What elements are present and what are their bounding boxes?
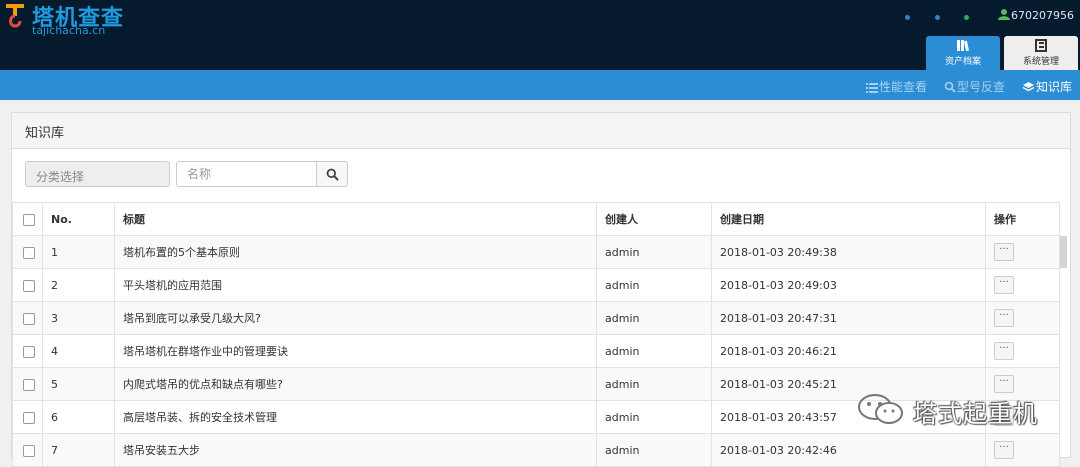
col-date: 创建日期: [711, 202, 986, 236]
row-title[interactable]: 平头塔机的应用范围: [114, 268, 597, 302]
row-checkbox[interactable]: [23, 279, 35, 292]
row-action-button[interactable]: ···: [994, 375, 1014, 393]
row-creator: admin: [596, 334, 712, 368]
row-no: 1: [42, 235, 115, 269]
row-checkbox[interactable]: [23, 444, 35, 457]
col-actions: 操作: [985, 202, 1060, 236]
tab-asset-archive[interactable]: 资产档案: [926, 36, 1000, 70]
list-icon: [866, 83, 878, 93]
nav-model-lookup-label: 型号反查: [957, 80, 1006, 94]
row-creator: admin: [596, 400, 712, 434]
table-row: 2 平头塔机的应用范围 admin 2018-01-03 20:49:03 ··…: [12, 268, 1060, 302]
page-title: 知识库: [25, 126, 65, 141]
col-no: No.: [42, 202, 115, 236]
top-header: 塔机查查 tajichacha.cn 670207956 资产档案 系统管理: [0, 0, 1080, 70]
row-no: 6: [42, 400, 115, 434]
system-manage-icon: [1034, 39, 1048, 52]
user-info[interactable]: 670207956: [998, 9, 1074, 22]
table-row: 3 塔吊到底可以承受几级大风? admin 2018-01-03 20:47:3…: [12, 301, 1060, 335]
row-action-button[interactable]: ···: [994, 309, 1014, 327]
row-action-button[interactable]: ···: [994, 243, 1014, 261]
row-action-button[interactable]: ···: [994, 276, 1014, 294]
category-select[interactable]: 分类选择: [25, 161, 170, 187]
sub-nav: 性能查看 型号反查 知识库: [0, 70, 1080, 100]
brand-subtitle: tajichacha.cn: [32, 24, 106, 37]
crane-hook-icon: [4, 2, 26, 32]
nav-model-lookup[interactable]: 型号反查: [944, 78, 1005, 95]
row-date: 2018-01-03 20:49:03: [711, 268, 986, 302]
user-id: 670207956: [1011, 9, 1074, 22]
brand-logo[interactable]: 塔机查查 tajichacha.cn: [4, 2, 154, 42]
row-checkbox[interactable]: [23, 378, 35, 391]
row-creator: admin: [596, 433, 712, 467]
row-no: 3: [42, 301, 115, 335]
table-scrollbar[interactable]: [1060, 236, 1067, 268]
row-checkbox[interactable]: [23, 312, 35, 325]
search-icon: [326, 168, 339, 181]
row-title[interactable]: 塔吊塔机在群塔作业中的管理要诀: [114, 334, 597, 368]
select-all-cell: [12, 202, 43, 236]
row-creator: admin: [596, 367, 712, 401]
row-creator: admin: [596, 235, 712, 269]
row-title[interactable]: 内爬式塔吊的优点和缺点有哪些?: [114, 367, 597, 401]
tab-system-manage[interactable]: 系统管理: [1004, 36, 1078, 70]
row-action-button[interactable]: ···: [994, 342, 1014, 360]
table-row: 7 塔吊安装五大步 admin 2018-01-03 20:42:46 ···: [12, 433, 1060, 467]
row-no: 5: [42, 367, 115, 401]
row-checkbox[interactable]: [23, 345, 35, 358]
row-checkbox[interactable]: [23, 246, 35, 259]
table-row: 4 塔吊塔机在群塔作业中的管理要诀 admin 2018-01-03 20:46…: [12, 334, 1060, 368]
row-creator: admin: [596, 301, 712, 335]
row-date: 2018-01-03 20:42:46: [711, 433, 986, 467]
user-icon: [998, 9, 1010, 20]
name-search-input[interactable]: [176, 161, 317, 187]
knowledge-table: No. 标题 创建人 创建日期 操作 1 塔机布置的5个基本原则 admin 2…: [12, 202, 1060, 467]
search-icon: [944, 81, 956, 93]
row-no: 2: [42, 268, 115, 302]
row-action-button[interactable]: ···: [994, 441, 1014, 459]
col-title: 标题: [114, 202, 597, 236]
nav-performance[interactable]: 性能查看: [866, 78, 927, 95]
select-all-checkbox[interactable]: [23, 213, 35, 226]
table-header-row: No. 标题 创建人 创建日期 操作: [12, 202, 1060, 236]
nav-performance-label: 性能查看: [879, 80, 928, 94]
row-date: 2018-01-03 20:47:31: [711, 301, 986, 335]
table-row: 1 塔机布置的5个基本原则 admin 2018-01-03 20:49:38 …: [12, 235, 1060, 269]
row-checkbox[interactable]: [23, 411, 35, 424]
row-date: 2018-01-03 20:46:21: [711, 334, 986, 368]
layers-icon: [1022, 82, 1035, 92]
status-dot-blue: [905, 15, 910, 20]
row-creator: admin: [596, 268, 712, 302]
row-title[interactable]: 塔吊到底可以承受几级大风?: [114, 301, 597, 335]
status-dot-green: [964, 15, 969, 20]
watermark: 塔式起重机: [855, 392, 1055, 428]
nav-knowledge-base-label: 知识库: [1036, 80, 1073, 94]
row-no: 4: [42, 334, 115, 368]
watermark-text: 塔式起重机: [913, 400, 1038, 428]
row-no: 7: [42, 433, 115, 467]
panel-header: 知识库: [12, 113, 1070, 149]
col-creator: 创建人: [596, 202, 712, 236]
nav-knowledge-base[interactable]: 知识库: [1022, 78, 1072, 95]
wechat-icon: [858, 394, 903, 424]
row-title[interactable]: 塔机布置的5个基本原则: [114, 235, 597, 269]
search-button[interactable]: [316, 161, 348, 187]
tab-system-manage-label: 系统管理: [1022, 57, 1059, 67]
status-dot-blue-2: [935, 15, 940, 20]
row-title[interactable]: 高层塔吊装、拆的安全技术管理: [114, 400, 597, 434]
row-date: 2018-01-03 20:49:38: [711, 235, 986, 269]
asset-archive-icon: [956, 39, 970, 52]
tab-asset-archive-label: 资产档案: [944, 57, 981, 67]
row-title[interactable]: 塔吊安装五大步: [114, 433, 597, 467]
